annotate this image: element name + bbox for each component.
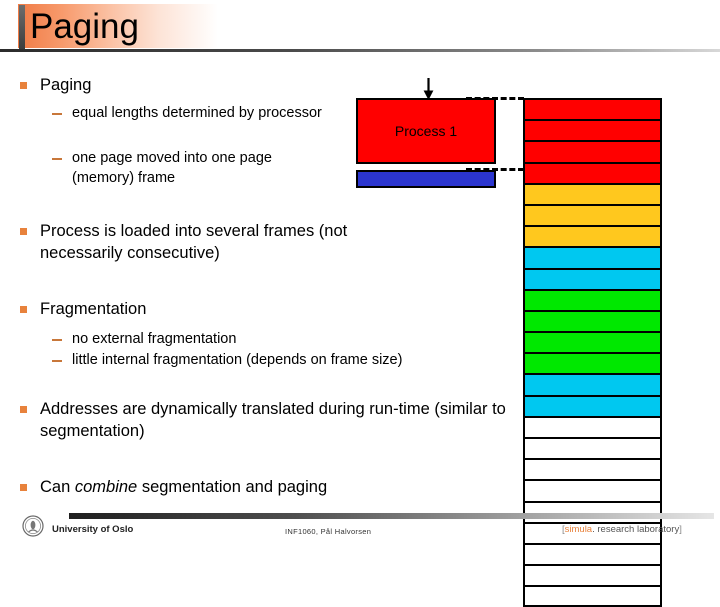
bullet-dash-icon <box>52 158 62 160</box>
title-underline-rule <box>0 49 720 52</box>
uio-seal-icon <box>22 515 44 537</box>
slide: Paging Paging equal lengths determined by… <box>0 0 720 607</box>
memory-frame <box>523 542 662 565</box>
footer-simula-logo: [simula. research laboratory] <box>562 524 682 535</box>
memory-frame <box>523 458 662 480</box>
footer-brand-rest: . research laboratory <box>592 524 680 535</box>
footer-rule <box>69 513 714 519</box>
bullet-text: equal lengths determined by processor <box>72 105 322 121</box>
memory-frame <box>523 98 662 120</box>
memory-frame <box>523 479 662 501</box>
memory-frame <box>523 394 662 416</box>
bullet-text: Can combine segmentation and paging <box>40 478 328 496</box>
bullet-dash-icon <box>52 113 62 115</box>
bullet-item: Process is loaded into several frames (n… <box>20 220 420 264</box>
bullet-text: one page moved into one page (memory) fr… <box>72 150 272 186</box>
memory-frame <box>523 140 662 162</box>
bullet-dash-icon <box>52 339 62 341</box>
sub-bullet-item: one page moved into one page (memory) fr… <box>52 148 322 188</box>
process-block: Process 1 <box>356 98 496 164</box>
memory-frame <box>523 161 662 183</box>
connector-dashed-top <box>466 97 524 100</box>
sub-bullet-item: equal lengths determined by processor <box>52 103 322 123</box>
bullet-item: Fragmentation <box>20 298 340 320</box>
memory-frame <box>523 182 662 204</box>
memory-frame <box>523 331 662 353</box>
sub-bullet-item: no external fragmentation <box>52 329 492 349</box>
page-title: Paging <box>30 7 139 46</box>
bullet-square-icon <box>20 306 27 313</box>
memory-frame <box>523 373 662 395</box>
memory-frame <box>523 564 662 586</box>
bullet-item: Can combine segmentation and paging <box>20 476 490 498</box>
bullet-text: Process is loaded into several frames (n… <box>40 222 348 262</box>
bullet-text: Fragmentation <box>40 300 147 318</box>
memory-frame <box>523 225 662 247</box>
bullet-square-icon <box>20 82 27 89</box>
memory-frame <box>523 309 662 332</box>
sub-bullet-item: little internal fragmentation (depends o… <box>52 350 512 370</box>
bullet-square-icon <box>20 406 27 413</box>
footer-course: INF1060, Pål Halvorsen <box>285 527 372 536</box>
bullet-square-icon <box>20 484 27 491</box>
bullet-text: no external fragmentation <box>72 331 237 347</box>
footer-brand: simula <box>564 524 593 535</box>
process-remainder-block <box>356 170 496 188</box>
bullet-item: Addresses are dynamically translated dur… <box>20 398 520 442</box>
bullet-text: Addresses are dynamically translated dur… <box>40 400 506 440</box>
slide-title-area: Paging <box>0 4 720 52</box>
memory-frame <box>523 585 662 607</box>
bullet-item: Paging <box>20 74 340 96</box>
connector-dashed-bottom <box>466 168 524 171</box>
process-label: Process 1 <box>394 123 458 139</box>
down-arrow-icon <box>422 78 435 100</box>
bullet-text: little internal fragmentation (depends o… <box>72 352 403 368</box>
bullet-text: Paging <box>40 76 92 94</box>
memory-frame <box>523 288 662 310</box>
memory-frame <box>523 119 662 141</box>
memory-frame <box>523 352 662 374</box>
memory-frame <box>523 246 662 268</box>
bullet-dash-icon <box>52 360 62 362</box>
footer-institution: University of Oslo <box>52 524 134 535</box>
memory-frame <box>523 267 662 289</box>
memory-frame <box>523 415 662 437</box>
title-accent-bar <box>19 5 25 52</box>
memory-frame <box>523 203 662 226</box>
bullet-square-icon <box>20 228 27 235</box>
footer-bracket-close: ] <box>679 524 682 535</box>
memory-frame <box>523 437 662 459</box>
